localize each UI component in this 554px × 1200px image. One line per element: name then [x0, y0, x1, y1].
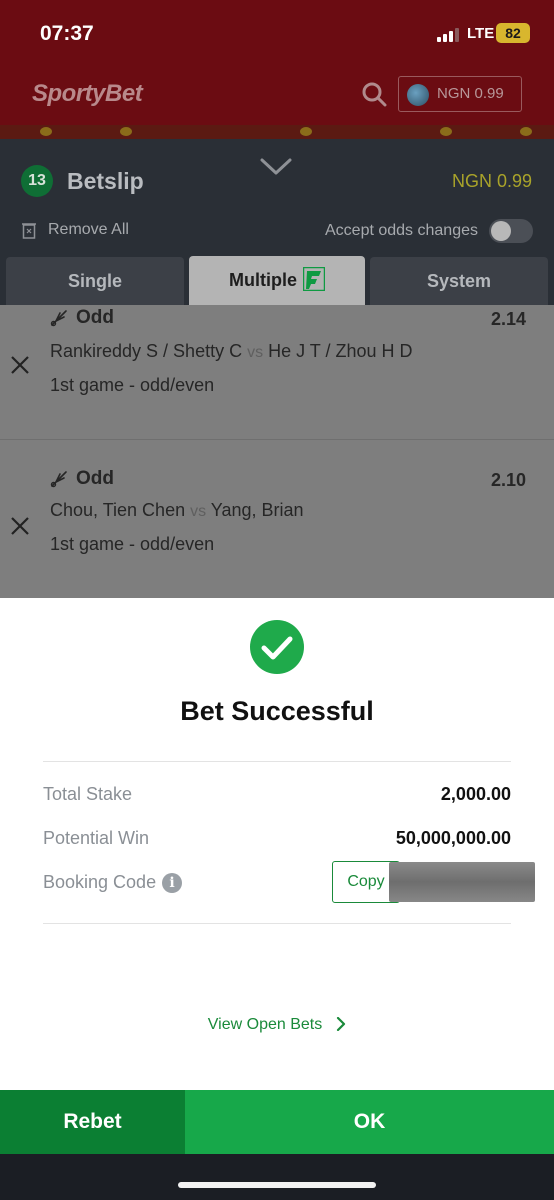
ok-button[interactable]: OK: [185, 1090, 554, 1154]
bet-pick-label: Odd: [76, 468, 114, 489]
vs-label: vs: [247, 344, 264, 361]
promo-banner: [0, 125, 554, 139]
away-team: He J T / Zhou H D: [268, 341, 413, 361]
view-open-bets-link[interactable]: View Open Bets: [0, 1016, 554, 1034]
booking-code-label: Booking Code: [43, 872, 157, 892]
tab-multiple-label: Multiple: [229, 270, 297, 290]
divider: [43, 761, 511, 762]
tab-system[interactable]: System: [370, 257, 548, 305]
signal-icon: [437, 26, 461, 42]
status-bar: 07:37 LTE 82: [0, 0, 554, 70]
bet-odds: 2.10: [490, 470, 526, 490]
bet-match: Chou, Tien Chen vs Yang, Brian: [50, 500, 304, 521]
accept-odds-toggle[interactable]: [489, 219, 533, 243]
bet-success-sheet: Bet Successful Total Stake 2,000.00 Pote…: [0, 598, 554, 1090]
network-label: LTE: [467, 25, 495, 42]
success-title: Bet Successful: [180, 696, 374, 726]
accept-odds-label: Accept odds changes: [325, 222, 478, 239]
bet-pick: Odd: [50, 468, 114, 490]
divider: [43, 923, 511, 924]
search-icon[interactable]: [360, 80, 388, 108]
home-indicator[interactable]: [178, 1182, 376, 1188]
action-bar: Rebet OK: [0, 1090, 554, 1154]
tab-multiple[interactable]: Multiple: [189, 256, 365, 306]
trash-icon: [22, 222, 36, 239]
total-stake-value: 2,000.00: [440, 784, 511, 804]
tab-single-label: Single: [67, 271, 122, 291]
tab-system-label: System: [426, 271, 492, 291]
check-circle-icon: [250, 620, 304, 674]
bet-market: 1st game - odd/even: [50, 375, 215, 395]
remove-all-label: Remove All: [48, 221, 129, 238]
chevron-right-icon: [337, 1016, 346, 1031]
chevron-down-icon[interactable]: [258, 155, 294, 177]
away-team: Yang, Brian: [210, 500, 304, 520]
close-icon[interactable]: [10, 355, 30, 375]
vs-label: vs: [190, 503, 207, 520]
booking-code-redacted: [389, 862, 535, 902]
app-logo[interactable]: SportyBet: [32, 80, 143, 108]
selection-count-badge: 13: [21, 165, 53, 197]
battery-icon: 82: [496, 23, 530, 43]
home-indicator-area: [0, 1154, 554, 1200]
status-time: 07:37: [40, 22, 94, 45]
betslip-balance: NGN 0.99: [451, 171, 532, 191]
account-balance: NGN 0.99: [437, 85, 504, 102]
potential-win-value: 50,000,000.00: [395, 828, 511, 848]
tab-single[interactable]: Single: [6, 257, 184, 305]
bet-selections-list: Odd 2.14 Rankireddy S / Shetty C vs He J…: [0, 305, 554, 598]
remove-all-button[interactable]: Remove All: [22, 221, 129, 239]
close-icon[interactable]: [10, 516, 30, 536]
list-item: Odd 2.10 Chou, Tien Chen vs Yang, Brian …: [0, 440, 554, 574]
list-item: Odd 2.14 Rankireddy S / Shetty C vs He J…: [0, 305, 554, 440]
badminton-icon: [50, 310, 67, 327]
potential-win-label: Potential Win: [43, 828, 150, 848]
view-open-bets-label: View Open Bets: [207, 1016, 323, 1033]
badminton-icon: [50, 471, 67, 488]
bet-match: Rankireddy S / Shetty C vs He J T / Zhou…: [50, 341, 413, 362]
booking-code-row: Booking Code i: [43, 872, 183, 894]
betslip-title: Betslip: [67, 168, 144, 194]
flash-bet-icon: [303, 267, 325, 292]
bet-pick-label: Odd: [76, 307, 114, 328]
bet-market: 1st game - odd/even: [50, 534, 215, 554]
toggle-knob: [491, 221, 511, 241]
rebet-button[interactable]: Rebet: [0, 1090, 185, 1154]
info-icon[interactable]: i: [162, 873, 183, 894]
home-team: Chou, Tien Chen: [50, 500, 186, 520]
bet-odds: 2.14: [490, 309, 526, 329]
home-team: Rankireddy S / Shetty C: [50, 341, 243, 361]
avatar: [407, 84, 429, 106]
total-stake-label: Total Stake: [43, 784, 133, 804]
betslip-header: 13 Betslip NGN 0.99 Remove All Accept od…: [0, 139, 554, 306]
account-balance-button[interactable]: NGN 0.99: [398, 76, 522, 112]
app-header: SportyBet NGN 0.99: [0, 70, 554, 125]
bet-pick: Odd: [50, 307, 114, 329]
